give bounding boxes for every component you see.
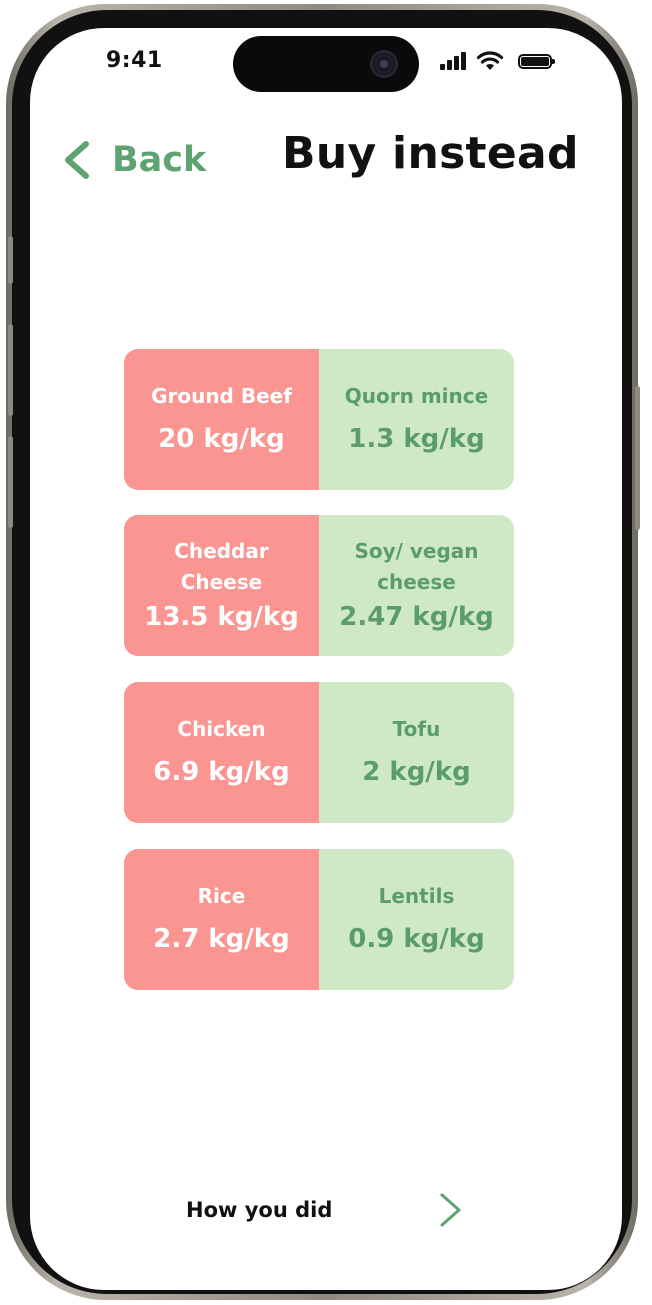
item-emission-value: 1.3 kg/kg (348, 424, 485, 454)
page-title: Buy instead (282, 128, 579, 179)
battery-icon (518, 54, 555, 69)
signal-icon (440, 52, 468, 70)
high-emission-item: Cheddar Cheese 13.5 kg/kg (124, 515, 319, 656)
swap-card-chicken[interactable]: Chicken 6.9 kg/kg Tofu 2 kg/kg (124, 682, 514, 823)
item-emission-value: 6.9 kg/kg (153, 757, 290, 787)
item-name: Tofu (392, 717, 441, 741)
swap-card-rice[interactable]: Rice 2.7 kg/kg Lentils 0.9 kg/kg (124, 849, 514, 990)
wifi-icon (476, 51, 504, 70)
how-you-did-label: How you did (186, 1198, 333, 1222)
low-emission-alternative: Tofu 2 kg/kg (319, 682, 514, 823)
low-emission-alternative: Lentils 0.9 kg/kg (319, 849, 514, 990)
swap-card-ground-beef[interactable]: Ground Beef 20 kg/kg Quorn mince 1.3 kg/… (124, 349, 514, 490)
item-emission-value: 13.5 kg/kg (144, 601, 299, 632)
item-emission-value: 2 kg/kg (362, 757, 471, 787)
item-name: Cheddar Cheese (174, 538, 269, 594)
how-you-did-button[interactable]: How you did (186, 1190, 466, 1230)
low-emission-alternative: Soy/ vegan cheese 2.47 kg/kg (319, 515, 514, 656)
item-name: Lentils (378, 884, 455, 908)
back-button[interactable]: Back (60, 132, 206, 188)
high-emission-item: Chicken 6.9 kg/kg (124, 682, 319, 823)
arrow-right-icon (366, 1193, 461, 1227)
back-label: Back (112, 140, 207, 180)
high-emission-item: Ground Beef 20 kg/kg (124, 349, 319, 490)
item-name: Chicken (177, 717, 266, 741)
action-button (8, 236, 13, 284)
item-emission-value: 2.47 kg/kg (339, 601, 494, 632)
screen: 9:41 Back Buy instead Ground Beef 20 kg/… (30, 28, 622, 1290)
high-emission-item: Rice 2.7 kg/kg (124, 849, 319, 990)
item-name: Ground Beef (151, 384, 292, 408)
item-name: Quorn mince (344, 384, 489, 408)
camera-icon (370, 50, 398, 78)
volume-down-button (8, 436, 13, 528)
item-emission-value: 2.7 kg/kg (153, 924, 290, 954)
power-button (635, 386, 640, 530)
low-emission-alternative: Quorn mince 1.3 kg/kg (319, 349, 514, 490)
item-emission-value: 20 kg/kg (158, 424, 285, 454)
chevron-left-icon (65, 141, 89, 179)
item-emission-value: 0.9 kg/kg (348, 924, 485, 954)
status-time: 9:41 (106, 48, 163, 73)
item-name: Rice (197, 884, 246, 908)
volume-up-button (8, 324, 13, 416)
item-name: Soy/ vegan cheese (354, 538, 479, 594)
swap-card-cheddar-cheese[interactable]: Cheddar Cheese 13.5 kg/kg Soy/ vegan che… (124, 515, 514, 656)
